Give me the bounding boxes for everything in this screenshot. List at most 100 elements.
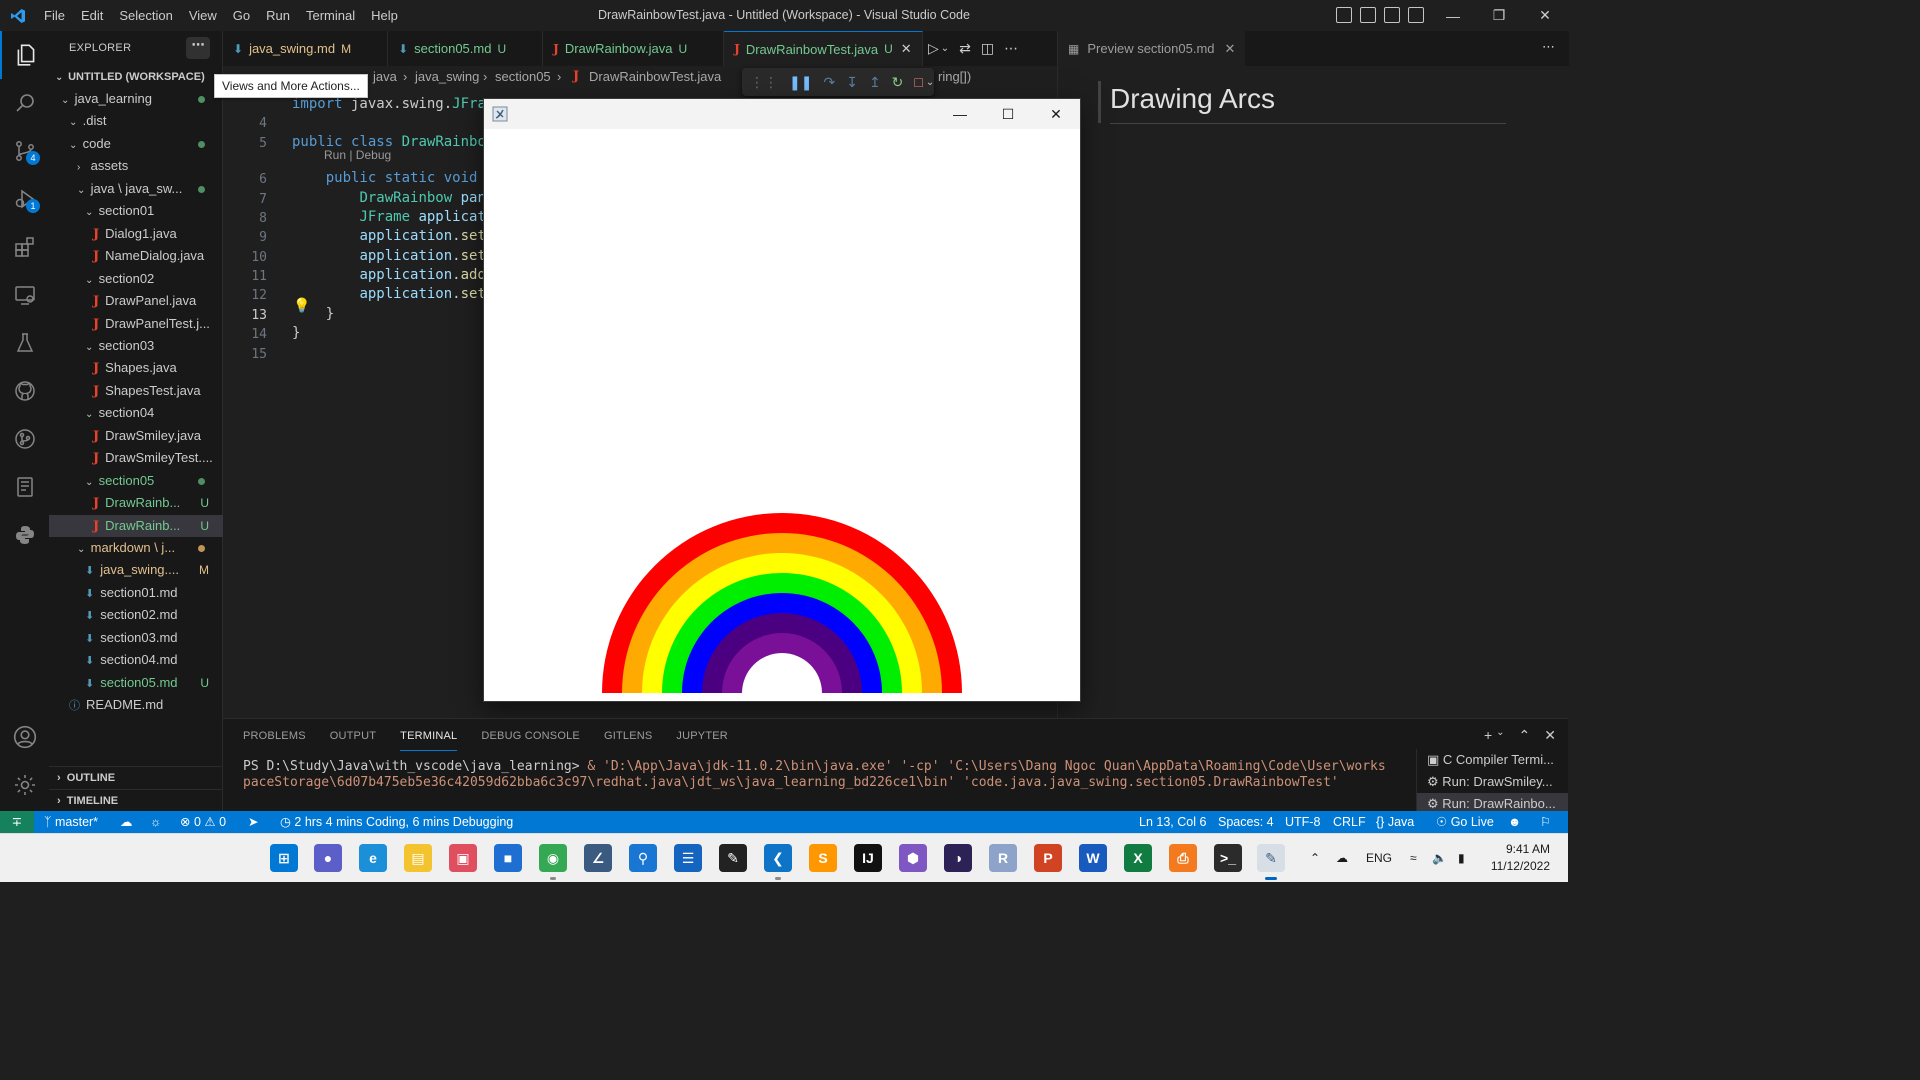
maximize-button[interactable]: ☐ (984, 99, 1032, 129)
python-icon[interactable] (0, 511, 49, 559)
explorer-icon[interactable] (0, 31, 49, 79)
cursor-position[interactable]: Ln 13, Col 6 (1139, 811, 1206, 833)
pause-icon[interactable]: ❚❚ (789, 74, 812, 91)
panel-tab-output[interactable]: OUTPUT (330, 722, 376, 750)
step-over-icon[interactable]: ↷ (823, 74, 835, 91)
editor-tab[interactable]: J DrawRainbowTest.java U ✕ (724, 31, 923, 66)
powerpoint-icon[interactable]: P (1034, 844, 1062, 872)
language-mode[interactable]: {} Java (1376, 811, 1414, 833)
tree-file[interactable]: J ShapesTest.java (49, 380, 223, 402)
chevron-down-icon[interactable]: ⌄ (941, 43, 949, 54)
menu-item-help[interactable]: Help (363, 0, 406, 31)
panel-tab-jupyter[interactable]: JUPYTER (676, 722, 728, 750)
feedback-icon[interactable]: ☻ (1508, 811, 1521, 833)
tree-folder[interactable]: › assets (49, 155, 223, 177)
menu-item-edit[interactable]: Edit (73, 0, 111, 31)
indentation[interactable]: Spaces: 4 (1218, 811, 1274, 833)
notebook-icon[interactable] (0, 463, 49, 511)
tree-file[interactable]: J DrawPanelTest.j... (49, 313, 223, 335)
menu-item-file[interactable]: File (36, 0, 73, 31)
close-panel-icon[interactable]: ✕ (1544, 727, 1556, 744)
close-tab-icon[interactable]: ✕ (901, 41, 912, 57)
gitlens-icon[interactable] (0, 415, 49, 463)
extensions-icon[interactable] (0, 223, 49, 271)
r-studio-icon[interactable]: R (989, 844, 1017, 872)
minimize-button[interactable]: — (936, 99, 984, 129)
go-live-button[interactable]: ☉ Go Live (1436, 811, 1494, 833)
pdf-reader-icon[interactable]: ⎙ (1169, 844, 1197, 872)
input-language[interactable]: ENG (1366, 834, 1392, 883)
stop-icon[interactable]: □ (914, 74, 922, 90)
lightbulb-icon[interactable]: 💡 (293, 298, 310, 314)
volume-icon[interactable]: 🔈 (1432, 834, 1447, 883)
more-actions-icon[interactable]: ⋯ (1542, 39, 1555, 55)
tree-file[interactable]: ⓘ README.md (49, 694, 223, 716)
run-debug-icon[interactable]: 1 (0, 175, 49, 223)
manage-gear-icon[interactable] (0, 761, 49, 809)
menu-item-view[interactable]: View (181, 0, 225, 31)
tree-folder[interactable]: ⌄ code (49, 133, 223, 155)
breadcrumb-item[interactable]: section05 (495, 66, 551, 88)
word-icon[interactable]: W (1079, 844, 1107, 872)
step-out-icon[interactable]: ↥ (869, 74, 881, 91)
tree-file[interactable]: J Dialog1.java (49, 223, 223, 245)
views-more-actions-button[interactable]: ⋯ (186, 37, 210, 59)
intellij-icon[interactable]: IJ (854, 844, 882, 872)
timeline-section[interactable]: › TIMELINE (49, 789, 223, 811)
menu-item-run[interactable]: Run (258, 0, 298, 31)
toggle-primary-sidebar-icon[interactable] (1336, 7, 1352, 23)
outline-section[interactable]: › OUTLINE (49, 766, 223, 788)
sync-icon[interactable]: ☁ (120, 811, 133, 833)
tree-folder[interactable]: ⌄ java \ java_sw... (49, 178, 223, 200)
tree-file[interactable]: ⬇ section05.md U (49, 672, 223, 694)
search-icon[interactable] (0, 79, 49, 127)
chevron-down-icon[interactable]: ⌄ (926, 77, 934, 88)
restart-icon[interactable]: ↻ (892, 74, 904, 91)
menu-item-selection[interactable]: Selection (111, 0, 180, 31)
tree-folder[interactable]: ⌄ section01 (49, 200, 223, 222)
terminal-app-icon[interactable]: >_ (1214, 844, 1242, 872)
terminal-output[interactable]: PS D:\Study\Java\with_vscode\java_learni… (243, 759, 1393, 791)
tree-file[interactable]: J DrawRainb... U (49, 514, 223, 537)
new-terminal-icon[interactable]: + (1484, 727, 1492, 744)
close-tab-icon[interactable]: ✕ (1225, 41, 1236, 57)
panel-tab-problems[interactable]: PROBLEMS (243, 722, 306, 750)
tree-folder[interactable]: ⌄ section04 (49, 402, 223, 424)
branch-indicator[interactable]: ᛉ master* (44, 811, 98, 833)
git-graph-icon[interactable]: ☼ (150, 811, 161, 833)
compare-changes-icon[interactable]: ⇄ (959, 40, 971, 57)
wifi-icon[interactable]: ≈ (1410, 834, 1417, 883)
workspace-header[interactable]: ⌄ UNTITLED (WORKSPACE) (49, 66, 223, 88)
close-button[interactable]: ✕ (1032, 99, 1080, 129)
close-button[interactable]: ✕ (1522, 0, 1568, 31)
maps-app-icon[interactable]: ⚲ (629, 844, 657, 872)
java-window-titlebar[interactable]: — ☐ ✕ (484, 99, 1080, 129)
tree-folder[interactable]: ⌄ markdown \ j... (49, 537, 223, 559)
sublime-text-icon[interactable]: S (809, 844, 837, 872)
tree-file[interactable]: ⬇ section04.md (49, 649, 223, 671)
toggle-panel-icon[interactable] (1360, 7, 1376, 23)
encoding[interactable]: UTF-8 (1285, 811, 1320, 833)
accounts-icon[interactable] (0, 713, 49, 761)
customize-layout-icon[interactable] (1408, 7, 1424, 23)
wakatime-indicator[interactable]: ◷ 2 hrs 4 mins Coding, 6 mins Debugging (280, 811, 513, 833)
panel-tab-terminal[interactable]: TERMINAL (400, 722, 458, 751)
split-editor-icon[interactable]: ◫ (981, 40, 994, 57)
sticky-notes-icon[interactable]: ✎ (719, 844, 747, 872)
tree-file[interactable]: J DrawRainb... U (49, 492, 223, 514)
eclipse-icon[interactable]: ◑ (944, 844, 972, 872)
tree-folder[interactable]: ⌄ .dist (49, 110, 223, 132)
chevron-down-icon[interactable]: ⌄ (1496, 727, 1504, 744)
remote-indicator-icon[interactable]: ∓ (0, 811, 34, 833)
drag-handle-icon[interactable]: ⋮⋮ (750, 74, 778, 91)
tree-file[interactable]: J Shapes.java (49, 357, 223, 379)
tree-file[interactable]: ⬇ section01.md (49, 582, 223, 604)
tree-file[interactable]: J DrawSmiley.java (49, 425, 223, 447)
notifications-bell-icon[interactable]: ⚐ (1540, 811, 1551, 833)
editor-tab[interactable]: ⬇ java_swing.md M (223, 31, 389, 66)
codelens-run-debug[interactable]: Run | Debug (324, 148, 391, 162)
tree-folder[interactable]: ⌄ section02 (49, 268, 223, 290)
network-tool-icon[interactable]: ∠ (584, 844, 612, 872)
vscode-taskbar-icon[interactable]: ❮ (764, 844, 792, 880)
onedrive-icon[interactable]: ☁ (1336, 834, 1348, 883)
